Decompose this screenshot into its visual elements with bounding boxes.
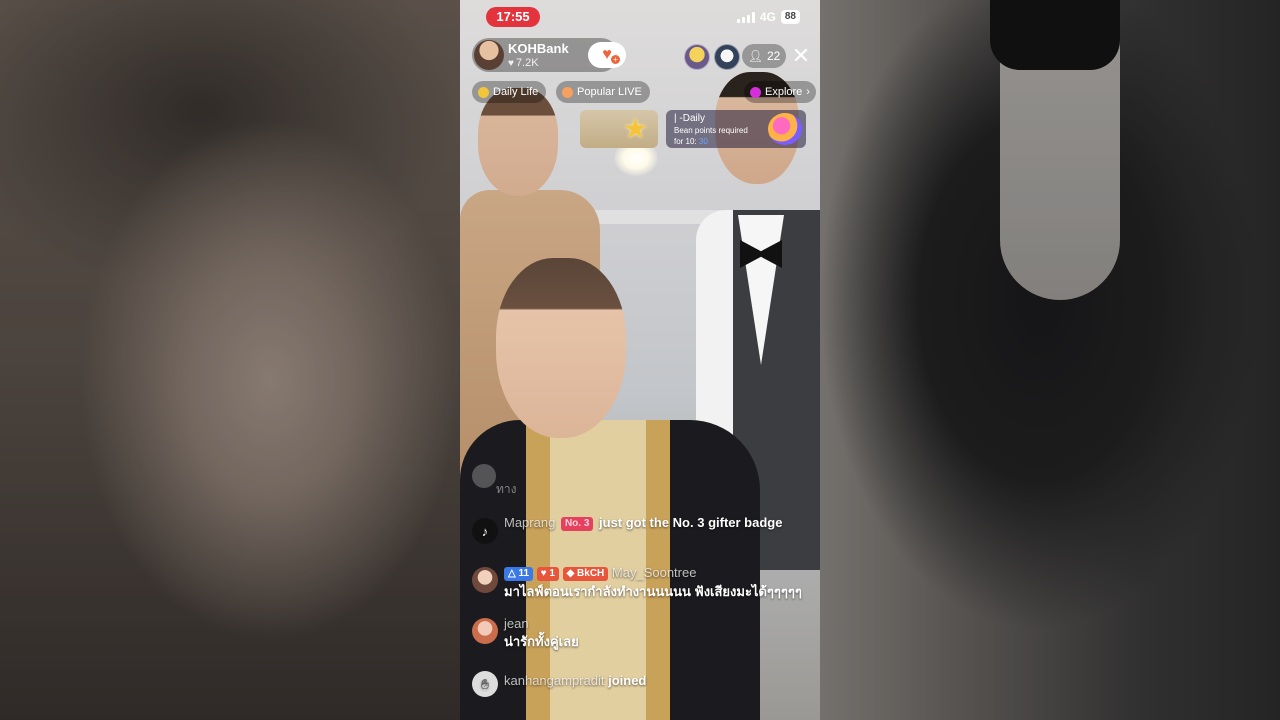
- daily-life-icon: [478, 86, 489, 98]
- plus-icon: +: [611, 55, 620, 64]
- follow-button[interactable]: ♥ +: [588, 42, 626, 68]
- background-dim: [820, 0, 1280, 720]
- user-avatar[interactable]: [472, 618, 498, 644]
- star-icon: ★: [622, 113, 648, 144]
- tag-label: Popular LIVE: [577, 86, 642, 98]
- video-feed: [460, 0, 820, 720]
- chat-text: just got the No. 3 gifter badge: [599, 515, 783, 530]
- person-icon: 👤︎: [747, 49, 763, 63]
- host-likes: ♥ 7.2K: [508, 57, 539, 69]
- chat-message-body: jean น่ารักทั้งคู่เลย: [504, 616, 812, 652]
- chat-message[interactable]: △ 11 ♥ 1 ◆ BkCH May_Soontree มาไลฟ์ตอนเร…: [472, 565, 812, 602]
- signal-icon: [736, 11, 755, 23]
- chat-username[interactable]: kanhangampradit: [504, 673, 604, 688]
- top-viewer-avatar[interactable]: [684, 44, 710, 70]
- network-label: 4G: [759, 10, 776, 24]
- explore-button[interactable]: Explore ›: [744, 81, 816, 103]
- ranking-line2-value: 30: [698, 137, 708, 146]
- close-icon[interactable]: ✕: [790, 44, 812, 68]
- host-name: KOHBank: [508, 41, 569, 56]
- chat-message-body: △ 11 ♥ 1 ◆ BkCH May_Soontree มาไลฟ์ตอนเร…: [504, 565, 812, 602]
- viewer-count-button[interactable]: 👤︎ 22: [742, 44, 786, 68]
- daily-ranking-card[interactable]: | -Daily Bean points required for 10: 30: [666, 110, 806, 148]
- chat-username[interactable]: Maprang: [504, 515, 555, 530]
- host-avatar[interactable]: [474, 40, 504, 70]
- blurred-background-right: [820, 0, 1280, 720]
- person-left-head: [478, 88, 558, 196]
- join-text: joined: [608, 673, 647, 688]
- tag-daily-life[interactable]: Daily Life: [472, 81, 547, 103]
- ranking-artwork: [768, 113, 802, 145]
- ranking-line2-label: for 10:: [674, 137, 699, 146]
- chat-username[interactable]: jean: [504, 616, 529, 631]
- tag-popular-live[interactable]: Popular LIVE: [556, 81, 650, 103]
- join-notification: ✋︎ kanhangampradit joined: [472, 671, 812, 697]
- chat-text: มาไลฟ์ตอนเรากำลังทำงานนนนน ฟังเสียงมะได้…: [504, 584, 802, 599]
- chat-message-body: kanhangampradit joined: [504, 673, 812, 688]
- status-indicators: 4G 88: [736, 10, 800, 24]
- popular-live-icon: [562, 86, 573, 98]
- chat-avatar-faded: [472, 464, 496, 488]
- chat-message-body: Maprang No. 3 just got the No. 3 gifter …: [504, 515, 812, 531]
- heart-icon: ♥: [508, 58, 514, 69]
- user-avatar[interactable]: [472, 567, 498, 593]
- tiktok-icon: ♪: [472, 518, 498, 544]
- chat-message[interactable]: ♪ Maprang No. 3 just got the No. 3 gifte…: [472, 515, 812, 544]
- chat-text: น่ารักทั้งคู่เลย: [504, 634, 579, 649]
- chevron-right-icon: ›: [806, 86, 810, 98]
- tag-label: Daily Life: [493, 86, 539, 98]
- chat-username[interactable]: May_Soontree: [612, 565, 697, 580]
- status-time: 17:55: [486, 7, 540, 27]
- blurred-background-left: [0, 0, 460, 720]
- live-stream-view: 17:55 4G 88 KOHBank ♥ 7.2K ♥ + 👤︎ 22 ✕ Dai…: [460, 0, 820, 720]
- ranking-subtitle-2: for 10: 30: [674, 137, 708, 146]
- fan-club-badge-value: BkCH: [577, 568, 605, 579]
- star-gift-card[interactable]: ★: [580, 110, 658, 148]
- person-center-head: [496, 258, 626, 438]
- gifter-badge: No. 3: [560, 517, 594, 531]
- ranking-title-text: -Daily: [679, 113, 705, 124]
- fan-club-badge: ◆ BkCH: [562, 567, 609, 581]
- level-badge: △ 11: [504, 567, 534, 581]
- heart-icon: ♥: [602, 46, 612, 63]
- tag-label: Explore: [765, 86, 803, 98]
- explore-icon: [750, 86, 761, 98]
- level-badge-value: 11: [518, 568, 530, 579]
- host-info[interactable]: KOHBank ♥ 7.2K ♥ +: [472, 38, 626, 72]
- ranking-title: | -Daily: [674, 113, 705, 124]
- heart-badge-value: 1: [549, 568, 555, 579]
- wave-icon: ✋︎: [472, 671, 498, 697]
- viewer-count: 22: [766, 49, 781, 63]
- heart-badge: ♥ 1: [536, 567, 559, 581]
- ranking-subtitle: Bean points required: [674, 126, 748, 135]
- chat-message-faded: ทาง: [496, 482, 517, 496]
- top-viewer-avatar[interactable]: [714, 44, 740, 70]
- host-likes-count: 7.2K: [515, 57, 539, 69]
- background-dim: [0, 0, 460, 720]
- chat-message[interactable]: jean น่ารักทั้งคู่เลย: [472, 616, 812, 652]
- battery-icon: 88: [780, 10, 800, 24]
